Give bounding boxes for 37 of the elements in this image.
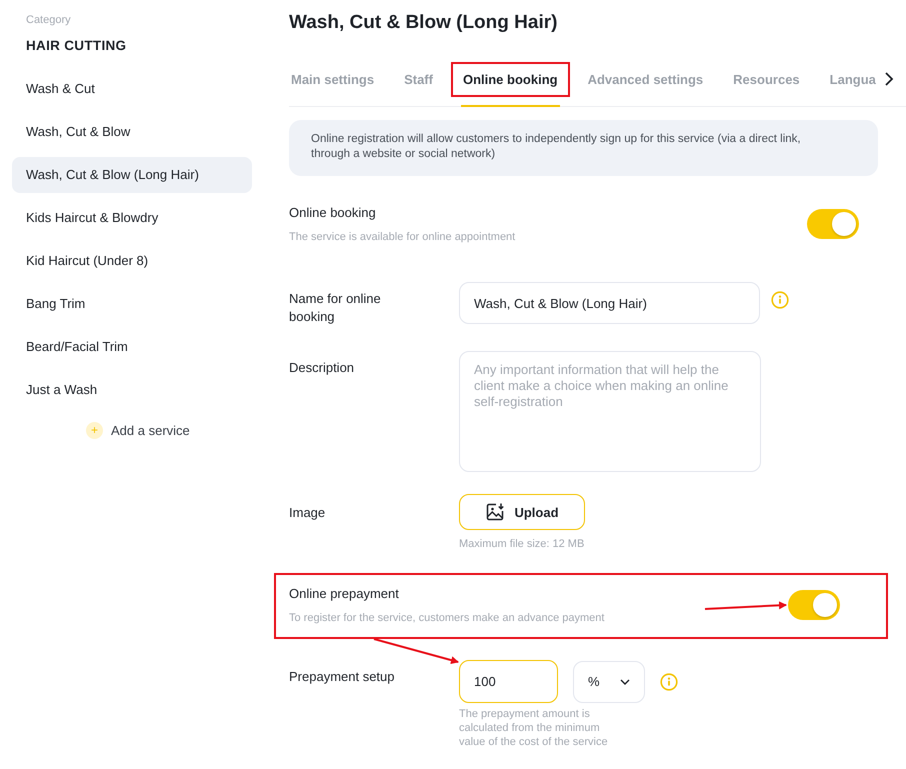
- service-item[interactable]: Wash, Cut & Blow: [12, 114, 252, 150]
- field-label: Image: [289, 504, 326, 522]
- service-item[interactable]: Just a Wash: [12, 372, 252, 408]
- field-hint: The prepayment amount is calculated from the minimum value of the cost of the service: [459, 707, 609, 749]
- service-item[interactable]: Wash & Cut: [12, 71, 252, 107]
- field-hint: Maximum file size: 12 MB: [459, 537, 585, 551]
- info-icon[interactable]: [771, 291, 789, 309]
- toggle-switch[interactable]: [788, 590, 840, 620]
- amount-input[interactable]: 100: [459, 660, 558, 703]
- field-label: Description: [289, 359, 356, 377]
- field-hint: To register for the service, customers make an advance payment: [289, 611, 604, 625]
- image-upload-icon: [485, 502, 506, 522]
- upload-button[interactable]: Upload: [459, 494, 585, 530]
- field-label: Name for online booking: [289, 290, 382, 326]
- service-item[interactable]: Wash, Cut & Blow (Long Hair): [12, 157, 252, 193]
- name-input[interactable]: Wash, Cut & Blow (Long Hair): [459, 282, 760, 324]
- field-hint: The service is available for online appointment: [289, 230, 516, 244]
- description-field[interactable]: Any important information that will help the client make a choice when making an online self-registration: [459, 351, 761, 472]
- category-caption: Category: [26, 14, 71, 26]
- plus-icon: +: [86, 422, 103, 439]
- service-item[interactable]: Kid Haircut (Under 8): [12, 243, 252, 279]
- chevron-right-icon[interactable]: [884, 72, 894, 86]
- field-label: Online prepayment: [289, 585, 400, 603]
- add-service-button[interactable]: + Add a service: [86, 422, 190, 439]
- toggle-switch[interactable]: [807, 209, 859, 239]
- chevron-down-icon: [620, 678, 630, 684]
- field-label: Prepayment setup: [289, 668, 396, 686]
- field-label: Online booking: [289, 204, 377, 222]
- service-item[interactable]: Beard/Facial Trim: [12, 329, 252, 365]
- service-item[interactable]: Bang Trim: [12, 286, 252, 322]
- info-note: Online registration will allow customers to independently sign up for this service (via a direct link, through a website or social network): [289, 120, 878, 176]
- unit-dropdown[interactable]: %: [573, 660, 645, 702]
- info-icon[interactable]: [660, 672, 678, 690]
- page-title: Wash, Cut & Blow (Long Hair): [289, 12, 558, 34]
- tab[interactable]: Online booking: [450, 62, 570, 96]
- category-title: HAIR CUTTING: [26, 38, 126, 53]
- service-item[interactable]: Kids Haircut & Blowdry: [12, 200, 252, 236]
